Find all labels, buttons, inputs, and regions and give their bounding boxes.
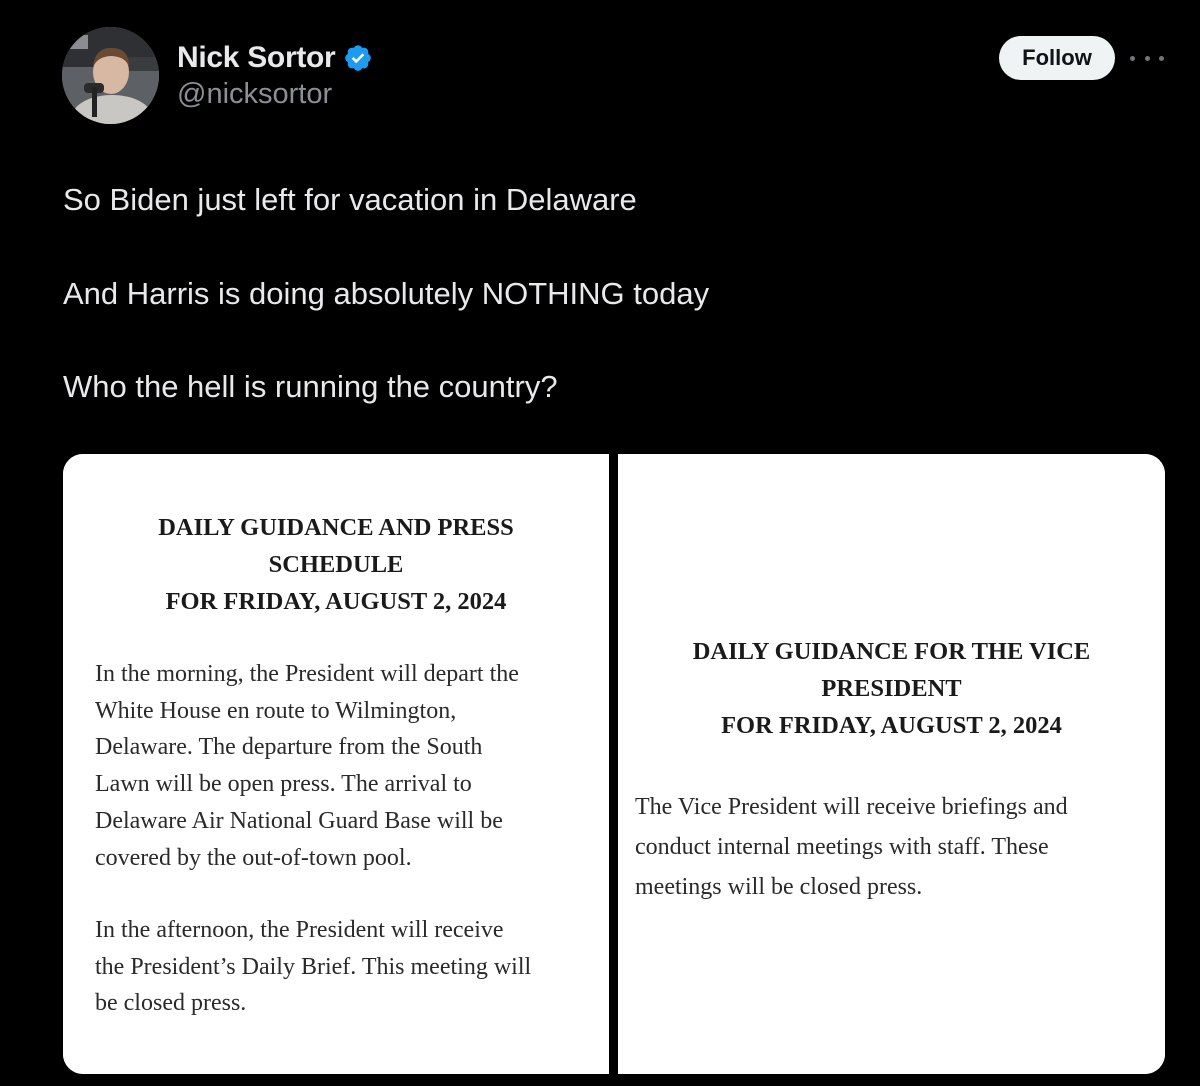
paragraph-line: Delaware Air National Guard Base will be bbox=[95, 807, 503, 834]
more-dot bbox=[1130, 55, 1135, 61]
morning-paragraph: In the morning, the President will depar… bbox=[95, 656, 519, 876]
title-line: FOR FRIDAY, AUGUST 2, 2024 bbox=[721, 712, 1062, 739]
afternoon-paragraph: In the afternoon, the President will rec… bbox=[95, 912, 531, 1022]
title-line: DAILY GUIDANCE AND PRESS bbox=[158, 514, 514, 541]
paragraph-line: be closed press. bbox=[95, 990, 247, 1017]
author-name-row[interactable]: Nick Sortor bbox=[177, 38, 373, 78]
media-divider bbox=[609, 454, 618, 1074]
author-handle[interactable]: @nicksortor bbox=[177, 78, 332, 111]
title-line: DAILY GUIDANCE FOR THE VICE bbox=[692, 638, 1091, 665]
paragraph-line: covered by the out-of-town pool. bbox=[95, 844, 412, 871]
avatar-photo bbox=[62, 27, 159, 124]
paragraph-line: Delaware. The departure from the South bbox=[95, 734, 483, 761]
press-schedule-title: DAILY GUIDANCE AND PRESS SCHEDULE FOR FR… bbox=[63, 509, 609, 620]
paragraph-line: the President’s Daily Brief. This meetin… bbox=[95, 953, 532, 980]
more-horizontal-icon[interactable] bbox=[1130, 50, 1164, 66]
tweet-text-line: Who the hell is running the country? bbox=[63, 369, 558, 404]
title-line: FOR FRIDAY, AUGUST 2, 2024 bbox=[165, 588, 507, 615]
paragraph-line: meetings will be closed press. bbox=[635, 874, 923, 900]
title-line: PRESIDENT bbox=[821, 675, 962, 702]
paragraph-line: White House en route to Wilmington, bbox=[95, 697, 457, 724]
vp-guidance-title: DAILY GUIDANCE FOR THE VICE PRESIDENT FO… bbox=[618, 633, 1165, 744]
verified-badge-icon bbox=[345, 45, 372, 71]
tweet-text-line: And Harris is doing absolutely NOTHING t… bbox=[63, 276, 710, 311]
media-image-right[interactable]: DAILY GUIDANCE FOR THE VICE PRESIDENT FO… bbox=[618, 454, 1165, 1074]
paragraph-line: Lawn will be open press. The arrival to bbox=[95, 771, 472, 798]
vp-paragraph: The Vice President will receive briefing… bbox=[635, 787, 1068, 907]
paragraph-line: In the afternoon, the President will rec… bbox=[95, 917, 504, 943]
paragraph-line: conduct internal meetings with staff. Th… bbox=[635, 834, 1049, 860]
more-dot bbox=[1159, 55, 1164, 61]
paragraph-line: The Vice President will receive briefing… bbox=[635, 794, 1068, 820]
author-avatar[interactable] bbox=[62, 27, 159, 124]
author-display-name[interactable]: Nick Sortor bbox=[177, 41, 336, 75]
media-image-left[interactable]: DAILY GUIDANCE AND PRESS SCHEDULE FOR FR… bbox=[63, 454, 609, 1074]
title-line: SCHEDULE bbox=[268, 551, 404, 578]
tweet-text-line: So Biden just left for vacation in Delaw… bbox=[63, 182, 637, 217]
more-dot bbox=[1144, 55, 1150, 61]
paragraph-line: In the morning, the President will depar… bbox=[95, 661, 519, 687]
tweet-media-grid[interactable]: DAILY GUIDANCE AND PRESS SCHEDULE FOR FR… bbox=[63, 454, 1165, 1074]
follow-button[interactable]: Follow bbox=[999, 36, 1115, 80]
